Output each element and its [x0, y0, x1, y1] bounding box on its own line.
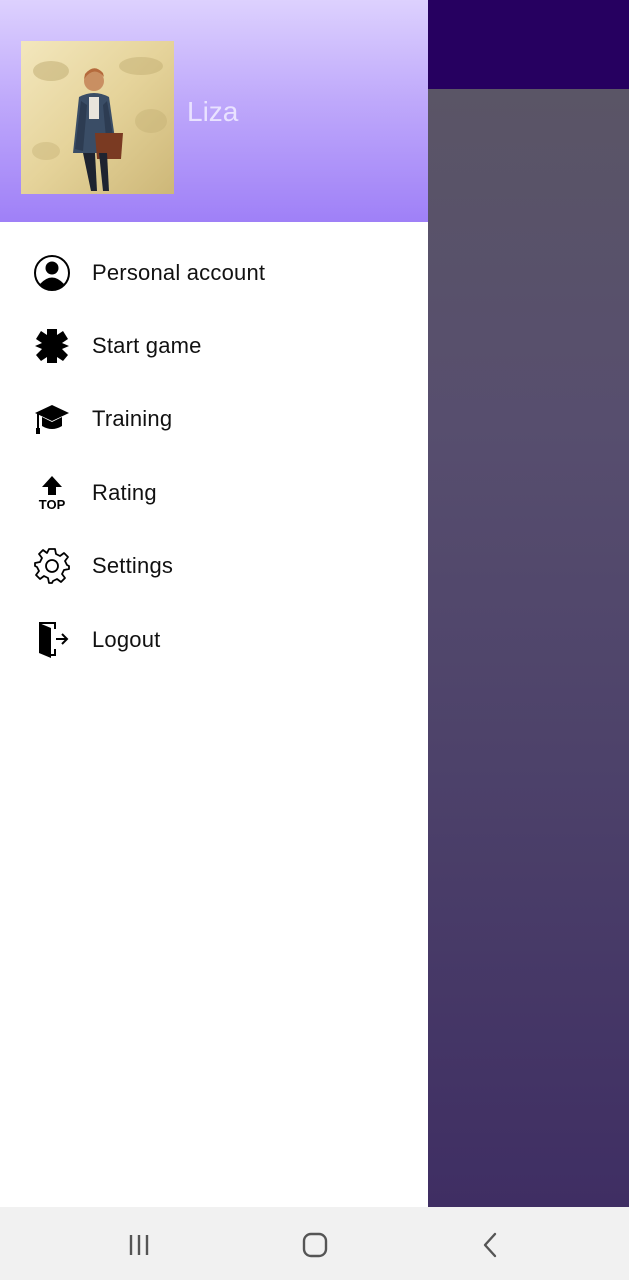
- menu-item-label: Training: [92, 406, 173, 432]
- navigation-drawer: Liza Personal account Start game Trainin…: [0, 0, 428, 1207]
- exit-door-icon: [32, 620, 72, 660]
- menu-item-logout[interactable]: Logout: [0, 603, 428, 676]
- svg-text:TOP: TOP: [39, 497, 66, 512]
- top-arrow-icon: TOP: [32, 473, 72, 513]
- puzzle-gear-icon: [32, 326, 72, 366]
- menu-item-label: Logout: [92, 626, 161, 652]
- user-photo: [21, 41, 174, 194]
- avatar[interactable]: [21, 41, 174, 194]
- account-circle-icon: [32, 253, 72, 293]
- menu-item-label: Start game: [92, 333, 202, 359]
- gear-icon: [32, 546, 72, 586]
- drawer-header: Liza: [0, 0, 428, 222]
- back-icon[interactable]: [471, 1225, 511, 1265]
- drawer-menu: Personal account Start game Training TOP…: [0, 236, 428, 676]
- screen: ME: [0, 0, 629, 1280]
- menu-item-rating[interactable]: TOP Rating: [0, 456, 428, 529]
- home-icon[interactable]: [295, 1225, 335, 1265]
- menu-item-label: Personal account: [92, 259, 266, 285]
- system-navigation-bar: [0, 1207, 629, 1280]
- menu-item-personal-account[interactable]: Personal account: [0, 236, 428, 309]
- menu-item-start-game[interactable]: Start game: [0, 309, 428, 382]
- menu-item-training[interactable]: Training: [0, 383, 428, 456]
- graduation-cap-icon: [32, 399, 72, 439]
- menu-item-label: Settings: [92, 553, 174, 579]
- menu-item-settings[interactable]: Settings: [0, 530, 428, 603]
- recent-apps-icon[interactable]: [119, 1225, 159, 1265]
- menu-item-label: Rating: [92, 479, 157, 505]
- user-name: Liza: [187, 96, 239, 127]
